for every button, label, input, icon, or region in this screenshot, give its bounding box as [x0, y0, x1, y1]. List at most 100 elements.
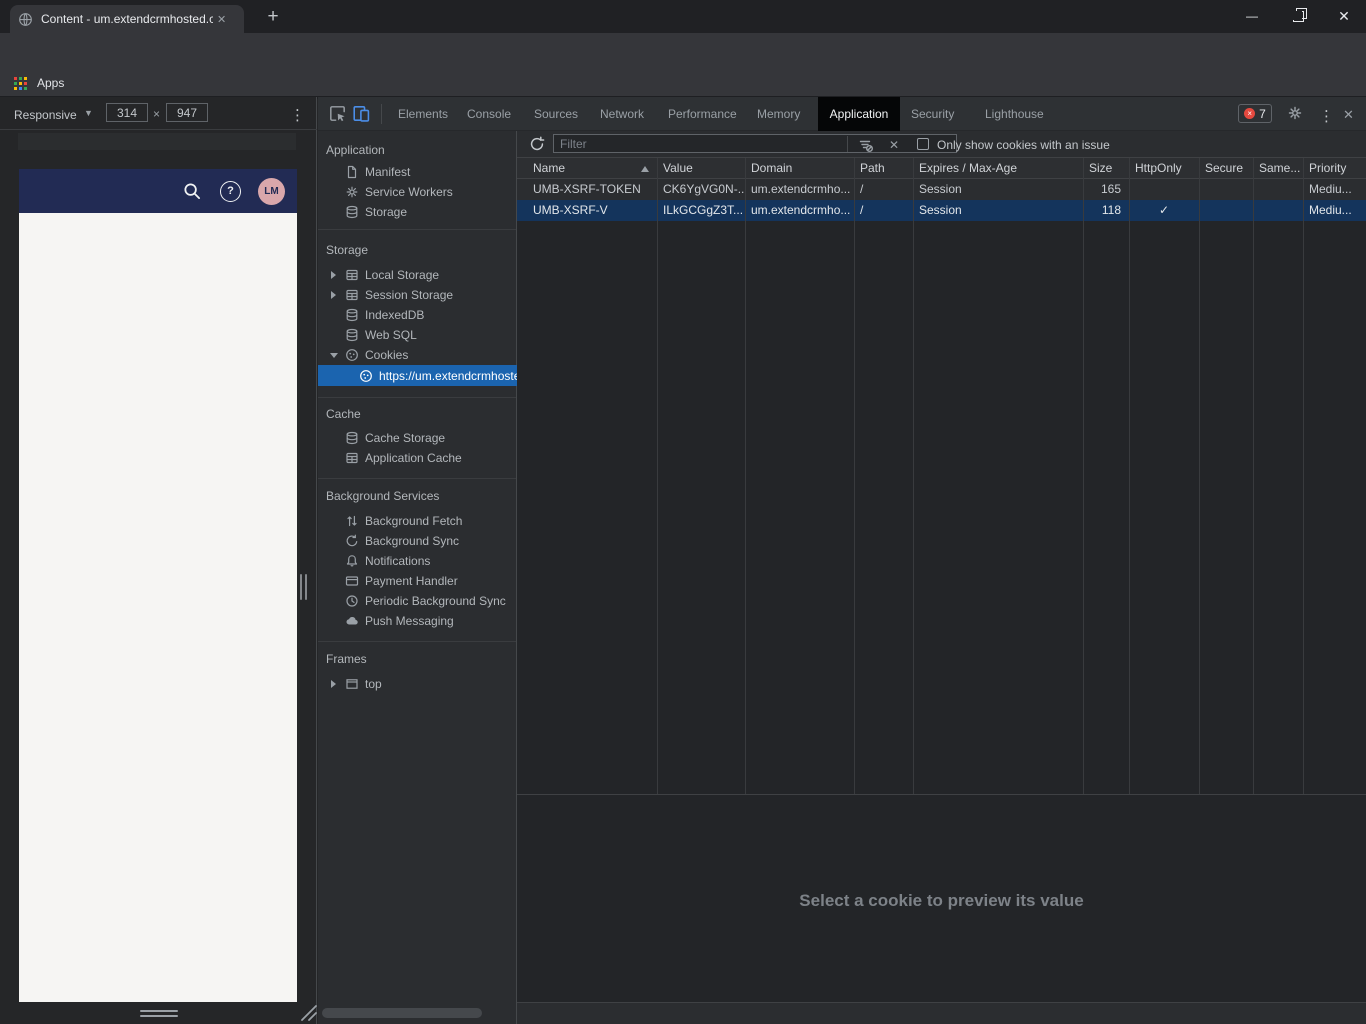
- tab-memory[interactable]: Memory: [757, 97, 800, 131]
- sidebar-item-cookie-origin-selected[interactable]: https://um.extendcrmhoste: [318, 365, 517, 386]
- error-badge[interactable]: × 7: [1238, 104, 1272, 123]
- sidebar-horizontal-scrollbar[interactable]: [322, 1008, 482, 1018]
- tab-security[interactable]: Security: [911, 97, 954, 131]
- window-close-button[interactable]: ✕: [1324, 0, 1364, 32]
- sync-icon: [345, 534, 359, 548]
- cookie-row-umb-xsrf-v-selected[interactable]: UMB-XSRF-V ILkGCGgZ3T... um.extendcrmho.…: [517, 200, 1366, 221]
- apps-bookmark[interactable]: Apps: [37, 76, 64, 90]
- sidebar-item-indexeddb[interactable]: IndexedDB: [318, 305, 517, 325]
- tab-application[interactable]: Application: [818, 97, 900, 131]
- tab-console[interactable]: Console: [467, 97, 511, 131]
- viewport-height-input[interactable]: [166, 103, 208, 122]
- expander-collapsed-icon[interactable]: [331, 680, 336, 688]
- inspect-element-icon[interactable]: [329, 105, 346, 122]
- section-divider: [318, 397, 516, 398]
- browser-tab[interactable]: Content - um.extendcrmhosted.c ✕: [10, 5, 244, 33]
- clear-icon[interactable]: ✕: [889, 138, 899, 152]
- panel-drag-handle[interactable]: [305, 574, 307, 600]
- issue-filter-label: Only show cookies with an issue: [937, 138, 1110, 152]
- table-icon: [345, 268, 359, 282]
- bell-icon: [345, 554, 359, 568]
- help-icon[interactable]: ?: [220, 181, 241, 202]
- sidebar-item-manifest[interactable]: Manifest: [318, 162, 517, 182]
- sidebar-item-periodic-background-sync[interactable]: Periodic Background Sync: [318, 591, 517, 611]
- sidebar-item-cookies[interactable]: Cookies: [318, 345, 517, 365]
- frame-icon: [345, 677, 359, 691]
- viewport-resize-handle[interactable]: [140, 1010, 178, 1012]
- grid-line: [1199, 158, 1200, 794]
- tab-elements[interactable]: Elements: [398, 97, 448, 131]
- cookie-icon: [345, 348, 359, 362]
- sidebar-item-payment-handler[interactable]: Payment Handler: [318, 571, 517, 591]
- tab-close-icon[interactable]: ✕: [217, 13, 226, 26]
- expander-collapsed-icon[interactable]: [331, 271, 336, 279]
- expander-collapsed-icon[interactable]: [331, 291, 336, 299]
- chevron-down-icon: ▼: [84, 108, 93, 118]
- sidebar-item-background-fetch[interactable]: Background Fetch: [318, 511, 517, 531]
- devtools-close-icon[interactable]: ✕: [1343, 107, 1354, 123]
- section-title-application: Application: [326, 143, 385, 157]
- panel-drag-handle[interactable]: [300, 574, 302, 600]
- tab-sources[interactable]: Sources: [534, 97, 578, 131]
- device-toolbar-kebab-icon[interactable]: ⋮: [290, 106, 305, 124]
- cookie-row-umb-xsrf-token[interactable]: UMB-XSRF-TOKEN CK6YgVG0N-... um.extendcr…: [517, 179, 1366, 200]
- tab-performance[interactable]: Performance: [668, 97, 737, 131]
- expander-expanded-icon[interactable]: [330, 353, 338, 358]
- toolbar-separator: [381, 104, 382, 124]
- grid-line: [913, 158, 914, 794]
- sidebar-item-session-storage[interactable]: Session Storage: [318, 285, 517, 305]
- clock-icon: [345, 594, 359, 608]
- column-header-value[interactable]: Value: [657, 158, 745, 178]
- toolbar-separator: [847, 136, 848, 152]
- sidebar-item-local-storage[interactable]: Local Storage: [318, 265, 517, 285]
- window-titlebar: Content - um.extendcrmhosted.c ✕ + — ✕: [0, 0, 1366, 33]
- emulated-page: ? LM: [19, 169, 297, 1002]
- column-header-expires[interactable]: Expires / Max-Age: [913, 158, 1083, 178]
- new-tab-button[interactable]: +: [260, 4, 286, 30]
- page-user-avatar[interactable]: LM: [258, 178, 285, 205]
- search-icon[interactable]: [182, 181, 203, 202]
- issue-filter-checkbox[interactable]: [917, 138, 929, 150]
- section-title-cache: Cache: [326, 407, 361, 421]
- devtools-menu-kebab-icon[interactable]: ⋮: [1319, 107, 1334, 125]
- refresh-icon[interactable]: [529, 136, 545, 152]
- column-header-domain[interactable]: Domain: [745, 158, 854, 178]
- sidebar-item-notifications[interactable]: Notifications: [318, 551, 517, 571]
- grid-line: [1253, 158, 1254, 794]
- column-header-httponly[interactable]: HttpOnly: [1129, 158, 1199, 178]
- sidebar-item-application-cache[interactable]: Application Cache: [318, 448, 517, 468]
- sidebar-item-service-workers[interactable]: Service Workers: [318, 182, 517, 202]
- column-header-secure[interactable]: Secure: [1199, 158, 1253, 178]
- corner-resize-icon[interactable]: [298, 1002, 318, 1022]
- section-title-storage: Storage: [326, 243, 368, 257]
- column-header-samesite[interactable]: Same...: [1253, 158, 1303, 178]
- error-count: 7: [1259, 107, 1266, 121]
- sidebar-item-background-sync[interactable]: Background Sync: [318, 531, 517, 551]
- column-header-name[interactable]: Name: [517, 158, 657, 178]
- column-header-path[interactable]: Path: [854, 158, 913, 178]
- cookies-panel: ✕ Only show cookies with an issue Name V…: [517, 131, 1366, 1024]
- device-toolbar-toggle-icon[interactable]: [353, 105, 370, 122]
- sidebar-item-push-messaging[interactable]: Push Messaging: [318, 611, 517, 631]
- tab-network[interactable]: Network: [600, 97, 644, 131]
- devtools-settings-gear-icon[interactable]: [1287, 105, 1303, 121]
- sidebar-item-storage[interactable]: Storage: [318, 202, 517, 222]
- tab-lighthouse[interactable]: Lighthouse: [985, 97, 1044, 131]
- site-favicon-icon: [18, 12, 33, 27]
- emulation-scroll-strip: [18, 133, 296, 150]
- sidebar-item-frame-top[interactable]: top: [318, 674, 517, 694]
- viewport-resize-handle[interactable]: [140, 1015, 178, 1017]
- responsive-mode-dropdown[interactable]: Responsive: [14, 108, 77, 122]
- grid-line: [1303, 158, 1304, 794]
- column-header-size[interactable]: Size: [1083, 158, 1129, 178]
- viewport-width-input[interactable]: [106, 103, 148, 122]
- httponly-check: ✓: [1129, 200, 1199, 221]
- preview-bottom-bar: [517, 1002, 1366, 1024]
- sidebar-item-cache-storage[interactable]: Cache Storage: [318, 428, 517, 448]
- sidebar-item-web-sql[interactable]: Web SQL: [318, 325, 517, 345]
- window-minimize-button[interactable]: —: [1232, 0, 1272, 32]
- column-header-priority[interactable]: Priority: [1303, 158, 1366, 178]
- window-restore-button[interactable]: [1278, 0, 1318, 32]
- apps-grid-icon[interactable]: [14, 77, 27, 90]
- clear-filter-icon[interactable]: [858, 137, 874, 153]
